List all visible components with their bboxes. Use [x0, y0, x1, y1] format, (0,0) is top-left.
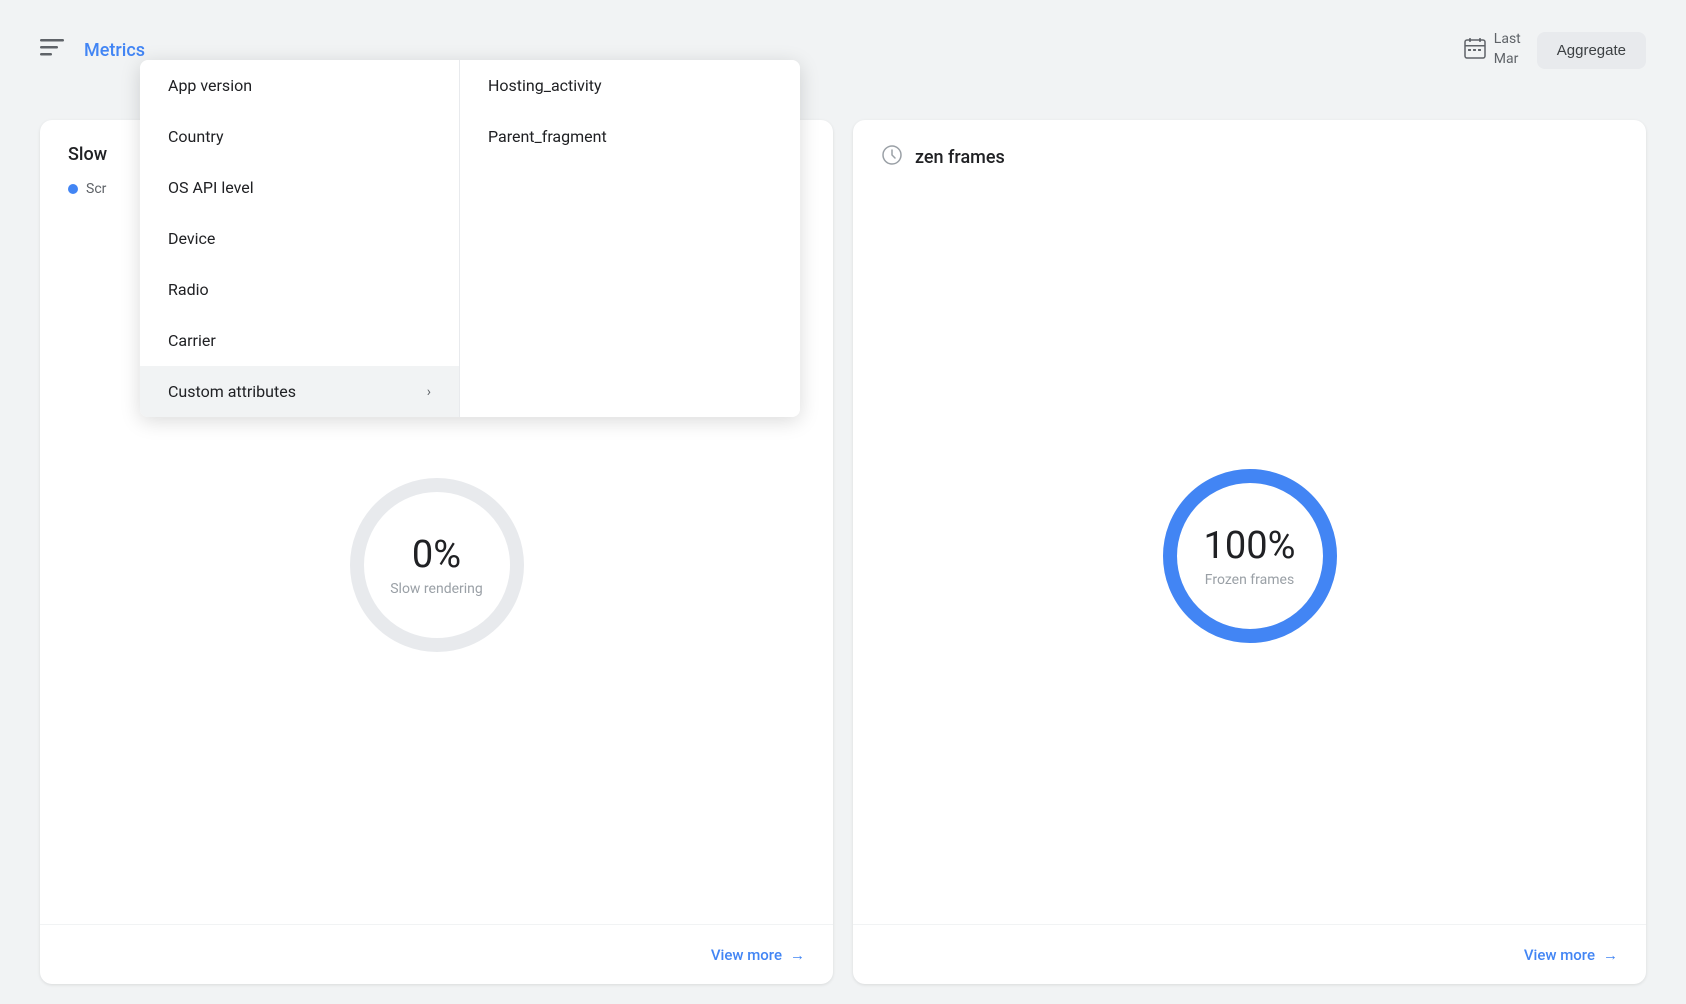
aggregate-button[interactable]: Aggregate [1537, 32, 1646, 69]
frozen-frames-card-body: 100% Frozen frames [853, 187, 1646, 924]
filter-icon[interactable] [40, 38, 64, 63]
slow-rendering-donut: 0% Slow rendering [337, 465, 537, 665]
chevron-right-icon: › [427, 384, 431, 400]
frozen-frames-subtitle: Frozen frames [1204, 572, 1296, 588]
dropdown-item-country[interactable]: Country [140, 111, 459, 162]
dropdown-column-1: App version Country OS API level Device … [140, 60, 460, 417]
calendar-icon [1464, 37, 1486, 64]
frozen-frames-card-footer: View more → [853, 924, 1646, 984]
dropdown-menu: App version Country OS API level Device … [140, 60, 800, 417]
date-text: Last Mar [1494, 30, 1521, 69]
slow-rendering-view-more[interactable]: View more → [711, 946, 805, 964]
dropdown-item-radio[interactable]: Radio [140, 264, 459, 315]
frozen-frames-view-more[interactable]: View more → [1524, 946, 1618, 964]
frozen-frames-title: zen frames [915, 147, 1005, 168]
slow-rendering-card-footer: View more → [40, 924, 833, 984]
slow-rendering-percent: 0% [390, 533, 483, 577]
slow-rendering-title: Slow [68, 144, 107, 165]
dropdown-item-hosting-activity[interactable]: Hosting_activity [460, 60, 800, 111]
frozen-frames-percent: 100% [1204, 524, 1296, 568]
view-more-label: View more [711, 946, 782, 964]
frozen-frames-donut-center: 100% Frozen frames [1204, 524, 1296, 588]
frozen-view-more-label: View more [1524, 946, 1595, 964]
metrics-label: Metrics [84, 40, 145, 61]
frozen-header-icon [881, 144, 903, 171]
top-bar-right: Last Mar Aggregate [1464, 30, 1646, 69]
frozen-frames-card: zen frames 100% Frozen frames View more … [853, 120, 1646, 984]
dropdown-item-parent-fragment[interactable]: Parent_fragment [460, 111, 800, 162]
legend-label: Scr [86, 181, 106, 197]
arrow-right-icon: → [790, 946, 805, 964]
calendar-section: Last Mar [1464, 30, 1521, 69]
frozen-frames-donut: 100% Frozen frames [1150, 456, 1350, 656]
slow-rendering-donut-center: 0% Slow rendering [390, 533, 483, 597]
dropdown-item-carrier[interactable]: Carrier [140, 315, 459, 366]
frozen-arrow-right-icon: → [1603, 946, 1618, 964]
top-bar-left: Metrics [40, 38, 145, 63]
dropdown-item-os-api-level[interactable]: OS API level [140, 162, 459, 213]
dropdown-item-app-version[interactable]: App version [140, 60, 459, 111]
frozen-frames-card-header: zen frames [853, 120, 1646, 187]
legend-dot [68, 184, 78, 194]
dropdown-item-device[interactable]: Device [140, 213, 459, 264]
dropdown-column-2: Hosting_activity Parent_fragment [460, 60, 800, 417]
slow-rendering-subtitle: Slow rendering [390, 581, 483, 597]
dropdown-item-custom-attributes[interactable]: Custom attributes › [140, 366, 459, 417]
